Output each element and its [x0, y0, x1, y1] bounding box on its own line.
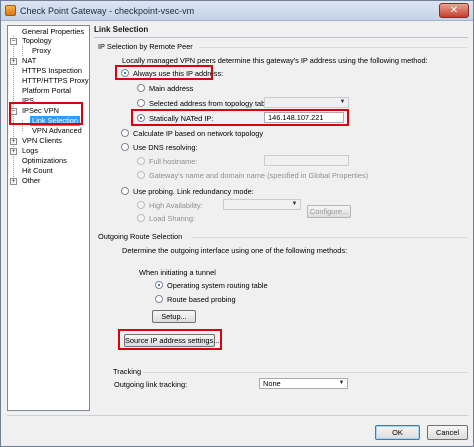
close-window-button[interactable]: ✕ [439, 3, 469, 18]
tree-item-proxy[interactable]: Proxy [32, 46, 51, 56]
topology-address-dropdown[interactable]: ▼ [264, 97, 349, 108]
collapse-topology-icon[interactable]: − [10, 38, 17, 45]
configure-button[interactable]: Configure... [307, 205, 351, 218]
page-title: Link Selection [94, 25, 149, 34]
always-use-highlight-box [115, 65, 213, 80]
tree-item-http-https-proxy[interactable]: HTTP/HTTPS Proxy [22, 76, 89, 86]
nated-ip-highlight-box [131, 109, 349, 126]
chevron-down-icon: ▼ [291, 201, 298, 207]
calculate-ip-label[interactable]: Calculate IP based on network topology [133, 129, 263, 138]
tree-item-optimizations[interactable]: Optimizations [22, 156, 67, 166]
check-point-app-icon [5, 5, 16, 16]
footer-divider [7, 415, 468, 416]
os-routing-radio[interactable] [155, 281, 163, 289]
high-availability-radio[interactable] [137, 201, 145, 209]
tree-item-hit-count[interactable]: Hit Count [22, 166, 53, 176]
setup-button[interactable]: Setup... [152, 310, 196, 323]
chevron-down-icon: ▼ [339, 99, 346, 105]
group-divider [143, 372, 467, 373]
expand-other-icon[interactable]: + [10, 178, 17, 185]
route-based-probing-radio[interactable] [155, 295, 163, 303]
tree-connector-line [22, 45, 23, 56]
use-probing-radio[interactable] [121, 187, 129, 195]
outgoing-link-tracking-label: Outgoing link tracking: [114, 380, 188, 389]
high-availability-dropdown[interactable]: ▼ [223, 199, 301, 210]
expand-logs-icon[interactable]: + [10, 148, 17, 155]
outgoing-route-description: Determine the outgoing interface using o… [122, 246, 348, 255]
full-hostname-radio[interactable] [137, 157, 145, 165]
load-sharing-label: Load Sharing: [149, 214, 196, 223]
high-availability-label: High Availability: [149, 201, 203, 210]
tree-highlight-box [9, 102, 83, 125]
selected-from-topology-label[interactable]: Selected address from topology table: [149, 99, 273, 108]
full-hostname-label: Full hostname: [149, 157, 198, 166]
calculate-ip-radio[interactable] [121, 129, 129, 137]
outgoing-link-tracking-dropdown[interactable]: None ▼ [259, 378, 348, 389]
cancel-button[interactable]: Cancel [427, 425, 468, 440]
tree-item-nat[interactable]: NAT [22, 56, 36, 66]
route-based-probing-label[interactable]: Route based probing [167, 295, 236, 304]
ok-button[interactable]: OK [375, 425, 420, 440]
full-hostname-input[interactable] [264, 155, 349, 166]
gateway-name-domain-label: Gateway's name and domain name (specifie… [149, 171, 369, 180]
when-initiating-label: When initiating a tunnel [139, 268, 216, 277]
gateway-name-domain-radio[interactable] [137, 171, 145, 179]
title-divider [94, 37, 468, 38]
window-title: Check Point Gateway - checkpoint-vsec-vm [20, 6, 195, 16]
tree-item-platform-portal[interactable]: Platform Portal [22, 86, 71, 96]
title-bar[interactable]: Check Point Gateway - checkpoint-vsec-vm… [1, 1, 473, 21]
tree-item-vpn-advanced[interactable]: VPN Advanced [32, 126, 82, 136]
tree-item-other[interactable]: Other [22, 176, 40, 186]
tracking-group-title: Tracking [113, 367, 142, 376]
outgoing-route-group-title: Outgoing Route Selection [98, 232, 183, 241]
gateway-properties-window: Check Point Gateway - checkpoint-vsec-vm… [0, 0, 474, 447]
use-dns-radio[interactable] [121, 143, 129, 151]
use-probing-label[interactable]: Use probing. Link redundancy mode: [133, 187, 254, 196]
tree-item-vpn-clients[interactable]: VPN Clients [22, 136, 62, 146]
outgoing-link-tracking-value: None [263, 379, 281, 388]
load-sharing-radio[interactable] [137, 214, 145, 222]
group-divider [191, 237, 467, 238]
ip-selection-description: Locally managed VPN peers determine this… [122, 56, 428, 65]
ip-selection-group-title: IP Selection by Remote Peer [98, 42, 193, 51]
tree-item-https-inspection[interactable]: HTTPS Inspection [22, 66, 82, 76]
tree-item-topology[interactable]: Topology [22, 36, 52, 46]
group-divider [199, 47, 467, 48]
chevron-down-icon: ▼ [338, 380, 345, 386]
source-ip-highlight-box [118, 329, 222, 350]
tree-item-logs[interactable]: Logs [22, 146, 38, 156]
expand-vpn-clients-icon[interactable]: + [10, 138, 17, 145]
expand-nat-icon[interactable]: + [10, 58, 17, 65]
navigation-tree: General Properties − Topology Proxy + NA… [7, 25, 90, 411]
use-dns-label[interactable]: Use DNS resolving: [133, 143, 197, 152]
main-address-label[interactable]: Main address [149, 84, 193, 93]
selected-from-topology-radio[interactable] [137, 99, 145, 107]
os-routing-label[interactable]: Operating system routing table [167, 281, 268, 290]
main-address-radio[interactable] [137, 84, 145, 92]
